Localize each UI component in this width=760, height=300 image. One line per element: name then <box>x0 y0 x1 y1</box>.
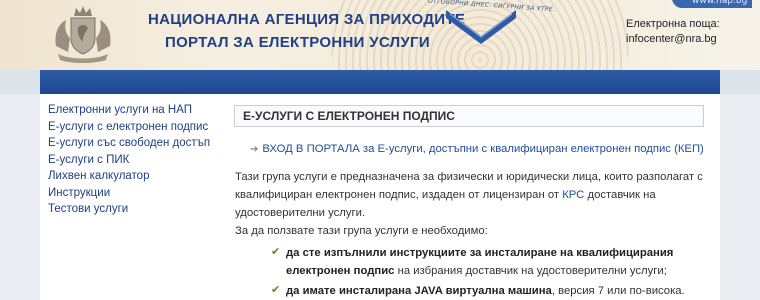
site-header: НАЦИОНАЛНА АГЕНЦИЯ ЗА ПРИХОДИТЕ ПОРТАЛ З… <box>0 0 760 70</box>
portal-login-link[interactable]: ➔ ВХОД В ПОРТАЛА за Е-услуги, достъпни с … <box>250 143 704 155</box>
arrow-right-icon: ➔ <box>250 144 259 155</box>
bar-right-gutter <box>720 70 760 94</box>
site-url-badge[interactable]: www.nap.bg <box>672 0 752 8</box>
nav-bar <box>40 70 720 94</box>
contact-block: Електронна поща: infocenter@nra.bg <box>626 17 720 47</box>
content-frame: Електронни услуги на НАП Е-услуги с елек… <box>40 94 720 300</box>
intro-paragraph: Тази група услуги е предназначена за физ… <box>235 168 705 222</box>
sidebar-item-instructions[interactable]: Инструкции <box>40 185 218 202</box>
sidebar: Електронни услуги на НАП Е-услуги с елек… <box>40 102 218 300</box>
sidebar-item-e-signature-services[interactable]: Е-услуги с електронен подпис <box>40 119 218 136</box>
agency-title: НАЦИОНАЛНА АГЕНЦИЯ ЗА ПРИХОДИТЕ <box>148 11 466 28</box>
sidebar-item-nra-services[interactable]: Електронни услуги на НАП <box>40 102 218 119</box>
sidebar-item-pik-services[interactable]: Е-услуги с ПИК <box>40 152 218 169</box>
bar-left-gutter <box>0 70 40 94</box>
coat-of-arms-logo <box>55 6 111 63</box>
section-title: Е-УСЛУГИ С ЕЛЕКТРОНЕН ПОДПИС <box>234 105 704 127</box>
sidebar-item-interest-calculator[interactable]: Лихвен калкулатор <box>40 168 218 185</box>
checkmark-icon: ✔ <box>271 246 281 258</box>
requirement-item: ✔ да имате инсталирана JAVA виртуална ма… <box>271 282 706 300</box>
requirement-2-rest: , версия 7 или по-висока. <box>551 285 685 297</box>
checkmark-icon: ✔ <box>271 284 281 296</box>
requirement-item: ✔ да сте изпълнили инструкциите за инста… <box>271 244 706 280</box>
requirement-2-bold[interactable]: да имате инсталирана JAVA виртуална маши… <box>286 285 552 297</box>
sidebar-item-free-access-services[interactable]: Е-услуги със свободен достъп <box>40 135 218 152</box>
portal-login-link-text[interactable]: ВХОД В ПОРТАЛА за Е-услуги, достъпни с к… <box>262 143 703 155</box>
krs-link[interactable]: КРС <box>562 189 584 201</box>
requirements-intro: За да ползвате тази група услуги е необх… <box>235 225 488 237</box>
portal-title: ПОРТАЛ ЗА ЕЛЕКТРОННИ УСЛУГИ <box>165 34 430 51</box>
contact-label: Електронна поща: <box>626 18 720 30</box>
main-content: Е-УСЛУГИ С ЕЛЕКТРОНЕН ПОДПИС ➔ ВХОД В ПОР… <box>230 94 710 300</box>
sidebar-item-test-services[interactable]: Тестови услуги <box>40 201 218 218</box>
nra-chevron-logo <box>446 10 516 44</box>
contact-email[interactable]: infocenter@nra.bg <box>626 32 720 47</box>
requirement-1-rest: на избрания доставчик на удостоверителни… <box>394 265 667 277</box>
